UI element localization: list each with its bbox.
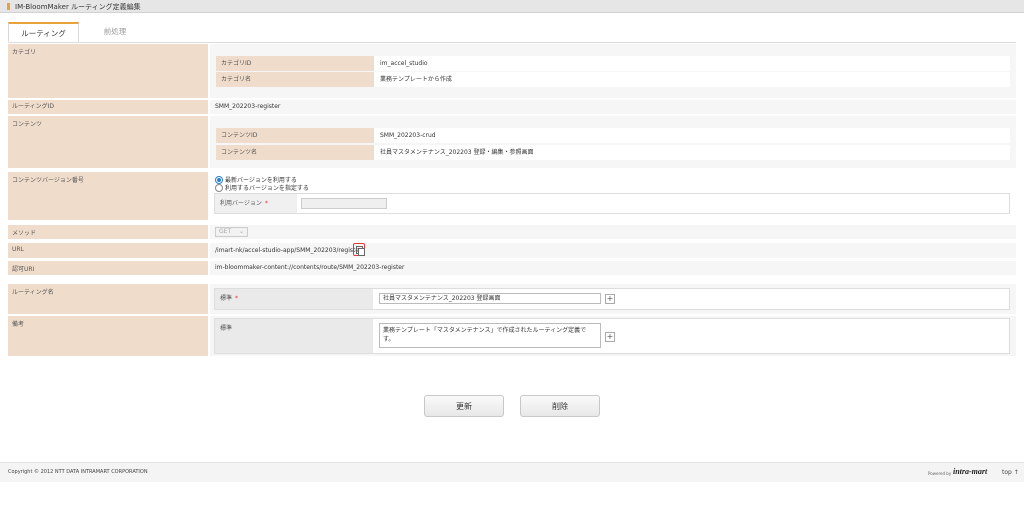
routing-id-label: ルーティングID [8,100,208,114]
category-id-value: im_accel_studio [374,56,1010,71]
intra-mart-logo: intra-mart [953,467,988,476]
content-version-label: コンテンツバージョン番号 [8,172,208,220]
routing-name-input[interactable]: 社員マスタメンテナンス_202203 登録画面 [379,293,601,304]
contents-name-label: コンテンツ名 [216,145,374,160]
url-row: /imart-nk/accel-studio-app/SMM_202203/re… [210,243,1016,258]
routing-name-area: 標準 * 社員マスタメンテナンス_202203 登録画面 + [210,284,1016,314]
update-button[interactable]: 更新 [424,395,504,417]
chevron-down-icon: ⌄ [238,228,244,235]
tab-routing[interactable]: ルーティング [8,22,79,42]
method-row: GET ⌄ [210,225,1016,239]
routing-name-label: ルーティング名 [8,284,208,314]
auth-uri-row: im-bloommaker-content://contents/route/S… [210,261,1016,275]
routing-id-value: SMM_202203-register [215,103,281,110]
tab-bar: ルーティング 前処理 [8,22,1016,43]
tab-preprocess[interactable]: 前処理 [80,22,150,42]
contents-id-value: SMM_202203-crud [374,128,1010,143]
contents-name-value: 社員マスタメンテナンス_202203 登録・編集・参照画面 [374,145,1010,160]
remarks-label: 備考 [8,316,208,356]
top-link[interactable]: top ↑ [1002,469,1019,476]
delete-button[interactable]: 削除 [520,395,600,417]
use-version-label: 利用バージョン * [215,194,297,213]
category-label: カテゴリ [8,44,208,98]
copyright-text: Copyright © 2012 NTT DATA INTRAMART CORP… [8,469,148,475]
auth-uri-label: 認可URI [8,261,208,275]
content-version-area: 最新バージョンを利用する 利用するバージョンを指定する 利用バージョン * [210,172,1016,220]
routing-name-locale-row: 標準 * 社員マスタメンテナンス_202203 登録画面 + [214,288,1010,310]
routing-name-locale-label: 標準 * [215,289,373,309]
plus-icon[interactable]: + [605,294,615,304]
window-titlebar: IM-BloomMaker ルーティング定義編集 [0,0,1024,13]
method-select[interactable]: GET ⌄ [215,227,248,237]
plus-icon[interactable]: + [605,332,615,342]
auth-uri-value: im-bloommaker-content://contents/route/S… [215,264,405,271]
routing-id-row: SMM_202203-register [210,100,1016,114]
remarks-textarea[interactable]: 業務テンプレート「マスタメンテナンス」で作成されたルーティング定義です。 [379,323,601,348]
brand-mark-icon [7,3,10,10]
copy-icon-front [358,248,365,256]
remarks-locale-label: 標準 [215,319,373,353]
contents-id-label: コンテンツID [216,128,374,143]
url-value: /imart-nk/accel-studio-app/SMM_202203/re… [215,247,362,254]
use-version-input[interactable] [301,198,387,209]
category-value-area: カテゴリID im_accel_studio カテゴリ名 業務テンプレートから作… [210,44,1016,98]
radio-latest-version[interactable] [215,176,223,184]
use-version-label-text: 利用バージョン [220,200,262,207]
remarks-area: 標準 業務テンプレート「マスタメンテナンス」で作成されたルーティング定義です。 … [210,316,1016,356]
window-title: IM-BloomMaker ルーティング定義編集 [15,3,141,11]
powered-by-text: Powered by [928,471,952,476]
required-mark: * [264,200,268,207]
page-footer: Copyright © 2012 NTT DATA INTRAMART CORP… [0,462,1024,482]
url-label: URL [8,243,208,258]
radio-selected-dot [217,178,221,182]
contents-label: コンテンツ [8,116,208,168]
method-select-value: GET [219,228,232,235]
method-label: メソッド [8,225,208,239]
routing-name-locale-text: 標準 [220,295,233,302]
use-version-row: 利用バージョン * [214,193,1010,214]
copy-icon[interactable] [353,243,365,256]
category-id-label: カテゴリID [216,56,374,71]
category-name-label: カテゴリ名 [216,72,374,87]
contents-value-area: コンテンツID SMM_202203-crud コンテンツ名 社員マスタメンテナ… [210,116,1016,168]
category-name-value: 業務テンプレートから作成 [374,72,1010,87]
radio-specify-label[interactable]: 利用するバージョンを指定する [225,183,309,192]
required-mark: * [235,295,239,302]
radio-specify-version[interactable] [215,184,223,192]
remarks-locale-row: 標準 業務テンプレート「マスタメンテナンス」で作成されたルーティング定義です。 … [214,318,1010,354]
